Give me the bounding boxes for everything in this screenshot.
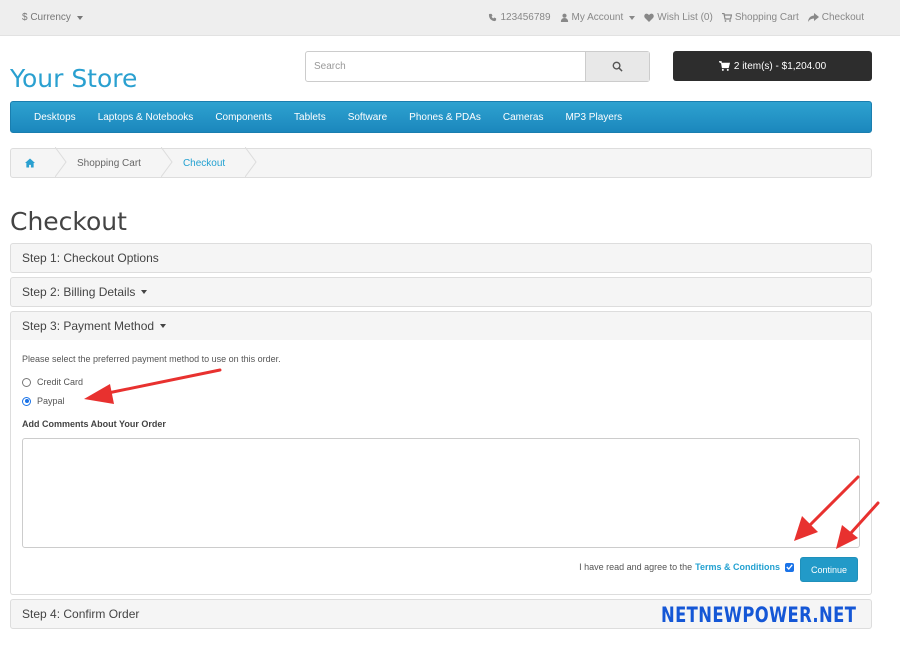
step-1-label: Step 1: Checkout Options	[22, 251, 159, 265]
payment-method-panel: Please select the preferred payment meth…	[10, 340, 872, 595]
breadcrumb-separator	[55, 147, 67, 178]
chevron-down-icon	[629, 15, 636, 20]
my-account-dropdown[interactable]: My Account	[560, 12, 636, 23]
step-4-label: Step 4: Confirm Order	[22, 607, 140, 621]
step-3-header[interactable]: Step 3: Payment Method	[10, 311, 872, 341]
store-logo[interactable]: Your Store	[10, 64, 137, 93]
breadcrumb-shopping-cart-label: Shopping Cart	[77, 157, 141, 169]
phone-link[interactable]: 123456789	[488, 12, 551, 23]
breadcrumb-checkout[interactable]: Checkout	[173, 149, 245, 177]
terms-agreement: I have read and agree to the Terms & Con…	[579, 562, 794, 572]
page-title: Checkout	[10, 207, 127, 236]
cart-summary: 2 item(s) - $1,204.00	[733, 60, 827, 72]
breadcrumb-separator	[160, 147, 173, 178]
main-nav: Desktops Laptops & Notebooks Components …	[10, 101, 872, 133]
nav-item-cameras[interactable]: Cameras	[492, 112, 555, 123]
step-2-header[interactable]: Step 2: Billing Details	[10, 277, 872, 307]
nav-item-laptops-notebooks[interactable]: Laptops & Notebooks	[87, 112, 205, 123]
nav-item-phones-pdas[interactable]: Phones & PDAs	[398, 112, 492, 123]
breadcrumb-shopping-cart[interactable]: Shopping Cart	[67, 149, 161, 177]
top-bar: $ Currency 123456789 My Account Wish Lis…	[0, 0, 900, 36]
chevron-down-icon	[76, 16, 83, 20]
breadcrumb-checkout-label: Checkout	[182, 157, 226, 169]
payment-option-paypal[interactable]: Paypal	[22, 396, 65, 406]
wish-list-link[interactable]: Wish List (0)	[644, 12, 713, 23]
top-links: 123456789 My Account Wish List (0) Shopp…	[488, 12, 864, 23]
payment-option-credit-card[interactable]: Credit Card	[22, 377, 83, 387]
share-icon	[807, 13, 819, 22]
heart-icon	[644, 13, 654, 22]
paypal-label: Paypal	[37, 396, 65, 406]
cart-icon	[721, 13, 732, 22]
shopping-cart-label: Shopping Cart	[734, 12, 799, 23]
wish-list-label: Wish List (0)	[657, 12, 713, 23]
checkout-link[interactable]: Checkout	[807, 12, 864, 23]
currency-dropdown[interactable]: $ Currency	[22, 12, 83, 23]
breadcrumb: Shopping Cart Checkout	[10, 147, 872, 178]
search-icon	[612, 61, 623, 72]
step-2-label: Step 2: Billing Details	[22, 285, 136, 299]
credit-card-radio[interactable]	[22, 377, 31, 387]
credit-card-label: Credit Card	[37, 377, 84, 387]
nav-item-components[interactable]: Components	[204, 112, 283, 123]
terms-checkbox[interactable]	[785, 562, 794, 572]
nav-item-software[interactable]: Software	[337, 112, 398, 123]
step-3-label: Step 3: Payment Method	[22, 319, 155, 333]
caret-down-icon	[141, 290, 148, 294]
paypal-radio[interactable]	[22, 396, 31, 406]
nav-item-tablets[interactable]: Tablets	[283, 112, 337, 123]
payment-instructions: Please select the preferred payment meth…	[22, 354, 281, 364]
breadcrumb-home[interactable]	[11, 149, 55, 177]
currency-label: $ Currency	[22, 12, 71, 23]
home-icon	[25, 158, 35, 168]
search-button[interactable]	[585, 52, 649, 81]
cart-icon	[718, 61, 730, 71]
terms-text: I have read and agree to the	[579, 562, 693, 572]
nav-item-desktops[interactable]: Desktops	[23, 112, 87, 123]
shopping-cart-link[interactable]: Shopping Cart	[721, 12, 799, 23]
search-input[interactable]	[306, 52, 585, 81]
breadcrumb-separator	[245, 147, 257, 178]
check-icon	[786, 564, 793, 570]
watermark: NETNEWPOWER.NET	[661, 603, 857, 627]
nav-item-mp3-players[interactable]: MP3 Players	[554, 112, 633, 123]
my-account-label: My Account	[571, 12, 624, 23]
comments-textarea[interactable]	[22, 438, 860, 548]
cart-button[interactable]: 2 item(s) - $1,204.00	[673, 51, 872, 81]
terms-link[interactable]: Terms & Conditions	[695, 562, 780, 572]
continue-button[interactable]: Continue	[800, 557, 858, 582]
caret-down-icon	[160, 324, 167, 328]
phone-number: 123456789	[500, 12, 551, 23]
checkout-label: Checkout	[821, 12, 864, 23]
search-bar	[305, 51, 650, 82]
phone-icon	[489, 13, 497, 22]
step-1-header[interactable]: Step 1: Checkout Options	[10, 243, 872, 273]
user-icon	[560, 13, 568, 22]
comments-label: Add Comments About Your Order	[22, 419, 166, 429]
